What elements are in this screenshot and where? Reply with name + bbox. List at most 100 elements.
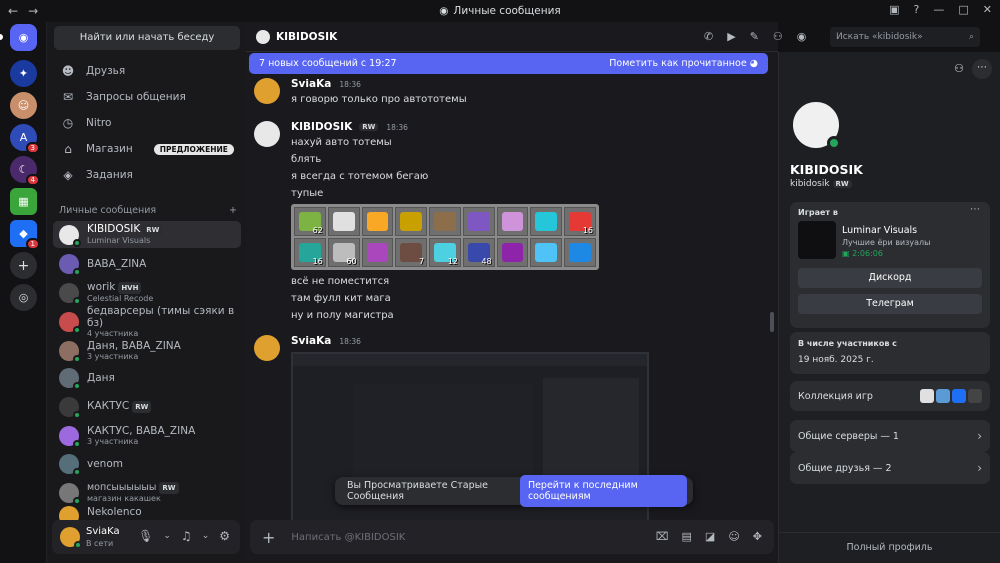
telegram-button[interactable]: Телеграм [798,294,982,314]
message-input[interactable]: Написать @KIBIDOSIK [291,532,405,543]
avatar[interactable] [254,335,280,361]
add-server-icon[interactable]: + [10,252,37,279]
settings-gear-icon[interactable]: ⚙ [219,529,230,543]
gift-icon[interactable]: ⌧ [656,530,669,543]
create-dm-icon[interactable]: + [229,205,237,216]
jump-to-latest-button[interactable]: Перейти к последним сообщениям [519,475,687,507]
game-icon [936,389,950,403]
inventory-slot [361,238,394,267]
server-icon[interactable]: ✦ [10,60,37,87]
scrollbar-thumb[interactable] [770,312,774,332]
server-icon[interactable]: ▦ [10,188,37,215]
add-friend-icon[interactable]: ⚇ [954,62,964,75]
dm-name: worik [87,281,116,293]
maximize-icon[interactable]: □ [958,3,968,16]
video-icon[interactable]: ▶ [727,30,735,43]
chevron-down-icon[interactable]: ⌄ [163,529,171,543]
new-messages-banner[interactable]: 7 новых сообщений с 19:27 Пометить как пр… [249,53,768,74]
pin-icon[interactable]: ✎ [750,30,759,43]
server-icon[interactable]: ☺ [10,92,37,119]
title-bar: ← → ◉ Личные сообщения ▣? — □ ✕ [0,0,1000,22]
dm-members: 3 участника [87,436,139,446]
dm-item[interactable]: бедварсеры (тимы сэяки в бз) 4 участника [53,305,241,338]
nav-label: Задания [86,169,133,181]
dm-item[interactable]: мопсыыыыыы RW магазин какашек [53,479,241,506]
direct-messages-icon[interactable]: ◉ [10,24,37,51]
mutual-servers-row[interactable]: Общие серверы — 1 › [790,420,990,452]
avatar[interactable] [60,527,82,549]
dm-item[interactable]: Даня [53,364,241,391]
chevron-down-icon[interactable]: ⌄ [202,529,210,543]
more-options-icon[interactable]: ⋯ [970,204,980,215]
message-author[interactable]: KIBIDOSIK [291,121,352,133]
dm-item[interactable]: KIBIDOSIK RW Luminar Visuals [53,221,241,248]
dm-item[interactable]: venom [53,450,241,477]
dm-item[interactable]: Даня, BABA_ZINA 3 участника [53,337,241,364]
controller-icon: ▣ [842,249,853,258]
full-profile-link[interactable]: Полный профиль [779,542,1000,553]
add-friend-icon[interactable]: ⚇ [773,30,783,43]
call-icon[interactable]: ✆ [704,30,713,43]
inventory-image[interactable]: 62 16 16 60 7 12 48 [291,204,599,270]
close-icon[interactable]: ✕ [983,3,992,16]
nav-shop[interactable]: ⌂ Магазин ПРЕДЛОЖЕНИЕ [55,137,241,161]
apps-icon[interactable]: ✥ [753,530,762,543]
emoji-icon[interactable]: ☺ [728,530,739,543]
nav-message-requests[interactable]: ✉ Запросы общения [55,85,241,109]
dm-item[interactable]: Nekolenco [53,506,241,520]
selected-indicator [0,34,3,40]
nav-friends[interactable]: ☻ Друзья [55,59,241,83]
chat-search-input[interactable]: Искать «kibidosik» ⌕ [830,27,980,47]
server-icon[interactable]: A3 [10,124,40,154]
inbox-icon[interactable]: ▣ [889,3,899,16]
dm-item[interactable]: worik HVH Celestial Recode [53,279,241,306]
gif-icon[interactable]: ▤ [682,530,692,543]
discord-button[interactable]: Дискорд [798,268,982,288]
help-icon[interactable]: ? [914,3,920,16]
headphones-icon[interactable]: ♫ [181,529,192,543]
avatar[interactable] [254,78,280,104]
server-icon[interactable]: ◆ 1 [10,220,40,250]
message-composer[interactable]: + Написать @KIBIDOSIK ⌧ ▤ ◪ ☺ ✥ [250,520,774,554]
attach-plus-icon[interactable]: + [262,528,275,547]
profile-toggle-icon[interactable]: ◉ [797,30,807,43]
avatar[interactable] [254,121,280,147]
message-author[interactable]: SviaKa [291,335,331,347]
avatar [59,396,81,419]
clan-tag: RW [159,481,179,494]
mention-badge: 4 [25,174,40,186]
dm-item[interactable]: BABA_ZINA [53,250,241,277]
window-title: Личные сообщения [453,5,561,17]
server-icon[interactable]: ☾ 4 [10,156,40,186]
dm-name: мопсыыыыыы [87,481,157,493]
sticker-icon[interactable]: ◪ [705,530,715,543]
nav-quests[interactable]: ◈ Задания [55,163,241,187]
more-options-icon[interactable]: ⋯ [972,59,992,79]
message-author[interactable]: SviaKa [291,78,331,90]
profile-avatar[interactable] [789,98,843,152]
divider [779,532,1000,533]
nav-nitro[interactable]: ◷ Nitro [55,111,241,135]
quests-icon: ◈ [63,168,73,182]
inventory-slot: 48 [462,238,495,267]
game-collection-row[interactable]: Коллекция игр [790,381,990,411]
dm-search-button[interactable]: Найти или начать беседу [54,26,240,50]
mutual-friends-row[interactable]: Общие друзья — 2 › [790,452,990,484]
dm-activity: Celestial Recode [87,294,154,303]
item-icon [467,212,490,231]
microphone-icon[interactable]: 🎙 [138,529,153,543]
nitro-icon: ◷ [62,116,74,130]
activity-icon [798,221,836,259]
server-rail: ◉ ✦ ☺ A3 ☾ 4 ▦ ◆ 1 + ◎ [0,22,46,563]
item-count: 48 [481,257,492,266]
dm-item[interactable]: КАКТУС, BABA_ZINA 3 участника [53,422,241,449]
profile-panel: ⚇ ⋯ KIBIDOSIK kibidosik RW Играет в ⋯ Lum… [778,52,1000,563]
item-icon [366,212,389,231]
profile-name: KIBIDOSIK [790,162,863,177]
explore-icon[interactable]: ◎ [10,284,37,311]
inventory-slot: 7 [395,238,428,267]
minimize-icon[interactable]: — [933,3,944,16]
dm-item[interactable]: КАКТУС RW [53,393,241,420]
mark-read-button[interactable]: Пометить как прочитанное ◕ [609,58,758,69]
dm-name: Даня, BABA_ZINA [87,339,181,352]
